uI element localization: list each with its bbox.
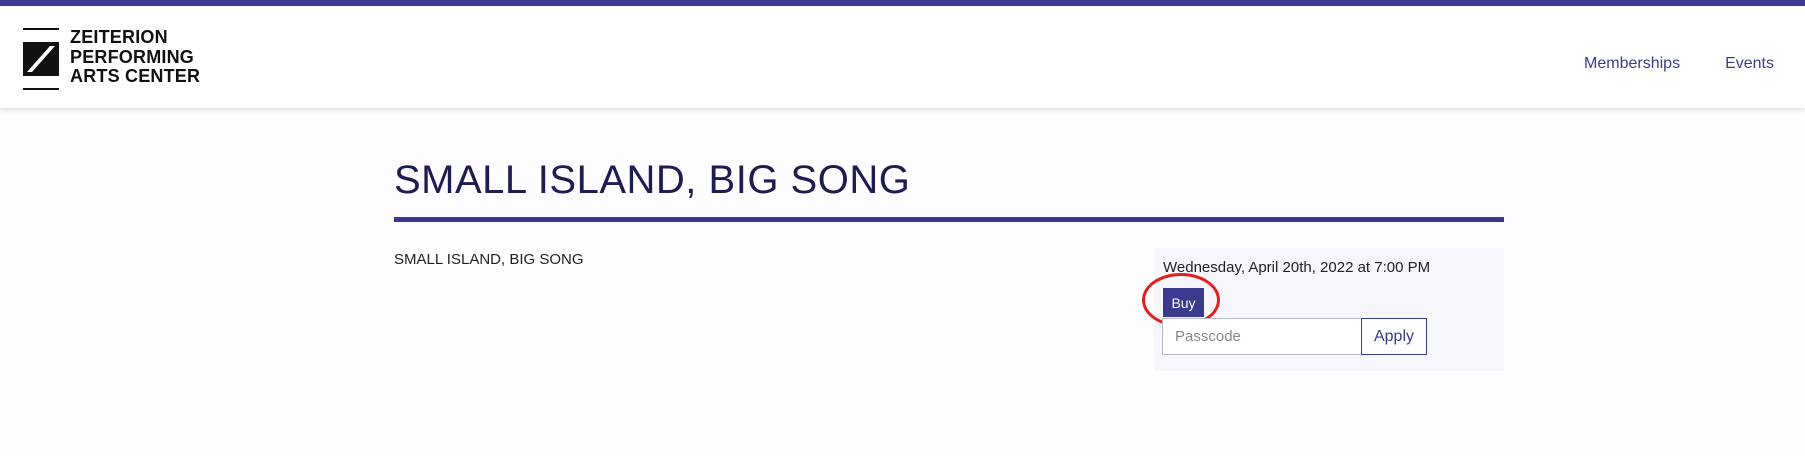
logo-line-1: ZEITERION (70, 27, 168, 47)
site-logo[interactable]: ZEITERION PERFORMING ARTS CENTER (23, 27, 201, 90)
performance-date: Wednesday, April 20th, 2022 at 7:00 PM (1163, 259, 1431, 276)
zeiterion-z-logo-icon (23, 28, 59, 90)
buy-button[interactable]: Buy (1163, 288, 1204, 317)
event-description: SMALL ISLAND, BIG SONG (394, 251, 584, 268)
logo-line-2: PERFORMING (70, 46, 195, 67)
site-header: ZEITERION PERFORMING ARTS CENTER Members… (0, 6, 1805, 108)
passcode-input[interactable] (1162, 318, 1362, 355)
logo-wordmark: ZEITERION PERFORMING ARTS CENTER (70, 27, 201, 87)
logo-line-3: ARTS CENTER (70, 66, 201, 86)
title-divider (394, 217, 1504, 222)
nav-memberships[interactable]: Memberships (1584, 55, 1680, 73)
page-title: SMALL ISLAND, BIG SONG (394, 158, 911, 202)
apply-button[interactable]: Apply (1361, 318, 1427, 355)
nav-events[interactable]: Events (1725, 55, 1774, 73)
main-nav: Memberships Events (1584, 55, 1774, 73)
ticket-panel: Wednesday, April 20th, 2022 at 7:00 PM B… (1142, 248, 1504, 371)
